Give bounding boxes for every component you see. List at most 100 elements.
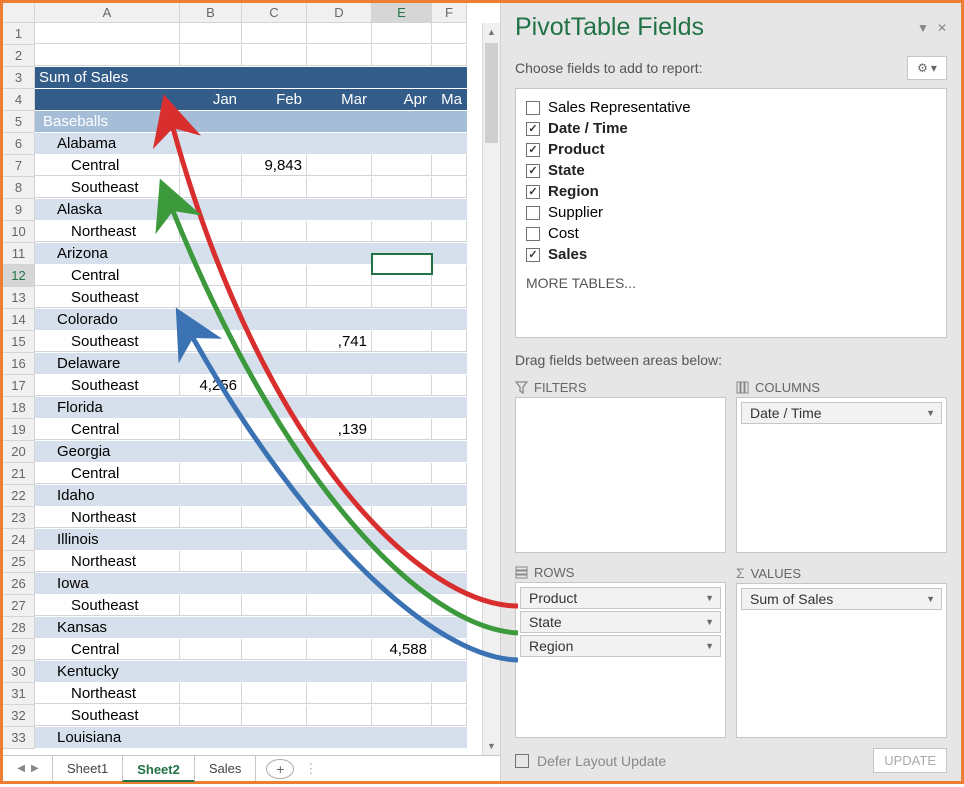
area-field-pill[interactable]: Region ▼: [520, 635, 721, 657]
cell[interactable]: [307, 45, 372, 66]
sheet-tab-sales[interactable]: Sales: [194, 756, 257, 781]
add-sheet-button[interactable]: +: [266, 759, 294, 779]
column-header[interactable]: B: [180, 3, 242, 23]
scroll-thumb[interactable]: [485, 43, 498, 143]
cell[interactable]: [180, 529, 242, 550]
row-header[interactable]: 25: [3, 551, 35, 573]
cell[interactable]: [35, 23, 180, 44]
area-field-pill[interactable]: Date / Time ▼: [741, 402, 942, 424]
pivot-state-cell[interactable]: Kentucky: [35, 661, 180, 682]
cell[interactable]: Sum of Sales: [35, 67, 180, 88]
row-header[interactable]: 27: [3, 595, 35, 617]
value-cell[interactable]: [180, 419, 242, 440]
value-cell[interactable]: [307, 595, 372, 616]
cell[interactable]: [372, 573, 432, 594]
value-cell[interactable]: [307, 155, 372, 176]
cell[interactable]: [307, 397, 372, 418]
cell[interactable]: [372, 309, 432, 330]
pivot-state-cell[interactable]: Florida: [35, 397, 180, 418]
columns-drop-area[interactable]: Date / Time ▼: [736, 397, 947, 553]
row-header[interactable]: 14: [3, 309, 35, 331]
cell[interactable]: [180, 111, 242, 132]
cell[interactable]: [180, 397, 242, 418]
column-header[interactable]: D: [307, 3, 372, 23]
field-list-item[interactable]: Supplier: [516, 202, 946, 223]
value-cell[interactable]: [432, 507, 467, 528]
field-list[interactable]: Sales Representative ✓ Date / Time ✓ Pro…: [515, 88, 947, 338]
pivot-state-cell[interactable]: Kansas: [35, 617, 180, 638]
cell[interactable]: [242, 23, 307, 44]
field-checkbox[interactable]: [526, 101, 540, 115]
pivot-state-cell[interactable]: Illinois: [35, 529, 180, 550]
row-header[interactable]: 12: [3, 265, 35, 287]
field-checkbox[interactable]: ✓: [526, 122, 540, 136]
row-header[interactable]: 18: [3, 397, 35, 419]
row-header[interactable]: 5: [3, 111, 35, 133]
pivot-region-cell[interactable]: Southeast: [35, 595, 180, 616]
pivot-state-cell[interactable]: Colorado: [35, 309, 180, 330]
row-header[interactable]: 1: [3, 23, 35, 45]
value-cell[interactable]: [372, 155, 432, 176]
value-cell[interactable]: [372, 331, 432, 352]
pivot-state-cell[interactable]: Iowa: [35, 573, 180, 594]
field-checkbox[interactable]: [526, 227, 540, 241]
pivot-region-cell[interactable]: Southeast: [35, 287, 180, 308]
value-cell[interactable]: [242, 419, 307, 440]
scroll-down-arrow-icon[interactable]: ▼: [483, 737, 500, 755]
cell[interactable]: [180, 727, 242, 748]
column-header[interactable]: F: [432, 3, 467, 23]
value-cell[interactable]: [180, 177, 242, 198]
cell[interactable]: [372, 67, 432, 88]
defer-checkbox[interactable]: [515, 754, 529, 768]
cell[interactable]: [180, 661, 242, 682]
value-cell[interactable]: [180, 595, 242, 616]
cell[interactable]: [180, 23, 242, 44]
value-cell[interactable]: [372, 287, 432, 308]
value-cell[interactable]: [180, 287, 242, 308]
value-cell[interactable]: [242, 177, 307, 198]
cell[interactable]: [307, 529, 372, 550]
cell[interactable]: [180, 485, 242, 506]
field-list-item[interactable]: ✓ Product: [516, 139, 946, 160]
value-cell[interactable]: [180, 705, 242, 726]
row-header[interactable]: 21: [3, 463, 35, 485]
value-cell[interactable]: [432, 683, 467, 704]
cell[interactable]: [432, 199, 467, 220]
value-cell[interactable]: 9,843: [242, 155, 307, 176]
pivot-state-cell[interactable]: Georgia: [35, 441, 180, 462]
cell[interactable]: [242, 485, 307, 506]
cell[interactable]: [372, 661, 432, 682]
sheet-nav-arrows[interactable]: ◀ ▶: [3, 763, 53, 774]
panel-close-icon[interactable]: ✕: [937, 21, 947, 35]
value-cell[interactable]: [180, 463, 242, 484]
pill-dropdown-icon[interactable]: ▼: [926, 594, 935, 604]
value-cell[interactable]: [372, 463, 432, 484]
cell[interactable]: [372, 353, 432, 374]
row-header[interactable]: 31: [3, 683, 35, 705]
cell[interactable]: [35, 45, 180, 66]
row-header[interactable]: 26: [3, 573, 35, 595]
value-cell[interactable]: 4,256: [180, 375, 242, 396]
cell[interactable]: [432, 353, 467, 374]
value-cell[interactable]: [307, 639, 372, 660]
cell[interactable]: [180, 67, 242, 88]
row-header[interactable]: 28: [3, 617, 35, 639]
pivot-region-cell[interactable]: Southeast: [35, 331, 180, 352]
cell[interactable]: [432, 243, 467, 264]
row-header[interactable]: 13: [3, 287, 35, 309]
panel-menu-icon[interactable]: ▼: [917, 21, 929, 35]
value-cell[interactable]: [242, 287, 307, 308]
field-checkbox[interactable]: ✓: [526, 143, 540, 157]
update-button[interactable]: UPDATE: [873, 748, 947, 773]
cell[interactable]: [307, 23, 372, 44]
row-header[interactable]: 8: [3, 177, 35, 199]
cell[interactable]: [432, 485, 467, 506]
cell[interactable]: [372, 199, 432, 220]
value-cell[interactable]: [242, 639, 307, 660]
cell[interactable]: [432, 309, 467, 330]
cell[interactable]: [307, 67, 372, 88]
cell[interactable]: [307, 617, 372, 638]
cell[interactable]: [180, 573, 242, 594]
cell[interactable]: [242, 45, 307, 66]
pivot-region-cell[interactable]: Northeast: [35, 221, 180, 242]
